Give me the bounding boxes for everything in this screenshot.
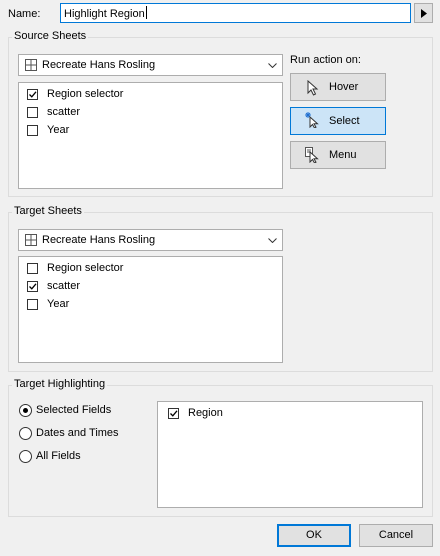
list-item-label: Region selector (47, 262, 124, 274)
target-sheets-title: Target Sheets (12, 205, 84, 217)
radio-button[interactable] (19, 427, 32, 440)
checkbox-unchecked[interactable] (27, 263, 38, 274)
run-action-label: Run action on: (290, 54, 361, 66)
source-dropdown-value: Recreate Hans Rosling (42, 59, 156, 71)
list-item-label: Year (47, 298, 70, 310)
list-item-label: Region selector (47, 88, 124, 100)
target-highlighting-title: Target Highlighting (12, 378, 108, 390)
check-icon (170, 410, 178, 417)
dashboard-icon (25, 59, 37, 71)
radio-label: All Fields (36, 450, 81, 462)
target-sheets-list: Region selector scatter Year (18, 256, 283, 363)
source-sheet-dropdown[interactable]: Recreate Hans Rosling (18, 54, 283, 76)
ok-button[interactable]: OK (277, 524, 351, 547)
triangle-right-icon (421, 9, 427, 18)
name-label: Name: (8, 8, 41, 20)
name-input[interactable]: Highlight Region (60, 3, 411, 23)
name-input-value: Highlight Region (64, 8, 145, 20)
radio-label: Dates and Times (36, 427, 119, 439)
radio-button-selected[interactable] (19, 404, 32, 417)
list-item-label: scatter (47, 106, 81, 118)
cancel-button[interactable]: Cancel (359, 524, 433, 547)
dashboard-icon (25, 234, 37, 246)
checkbox-unchecked[interactable] (27, 125, 38, 136)
menu-cursor-icon (305, 147, 319, 163)
source-sheets-list: Region selector scatter Year (18, 82, 283, 189)
menu-button[interactable]: Menu (290, 141, 386, 169)
radio-button[interactable] (19, 450, 32, 463)
checkbox-checked[interactable] (168, 408, 179, 419)
hover-button-label: Hover (329, 81, 359, 93)
checkbox-checked[interactable] (27, 89, 38, 100)
hover-button[interactable]: Hover (290, 73, 386, 101)
check-icon (29, 91, 37, 98)
chevron-down-icon (268, 238, 277, 243)
target-sheet-dropdown[interactable]: Recreate Hans Rosling (18, 229, 283, 251)
checkbox-checked[interactable] (27, 281, 38, 292)
checkbox-unchecked[interactable] (27, 299, 38, 310)
select-cursor-icon (305, 112, 319, 128)
chevron-down-icon (268, 63, 277, 68)
source-sheets-title: Source Sheets (12, 30, 89, 42)
list-item-label: Year (47, 124, 70, 136)
checkbox-unchecked[interactable] (27, 107, 38, 118)
radio-label: Selected Fields (36, 404, 112, 416)
list-item-label: Region (188, 407, 223, 419)
select-button[interactable]: Select (290, 107, 386, 135)
list-item-label: scatter (47, 280, 81, 292)
menu-button-label: Menu (329, 149, 357, 161)
check-icon (29, 283, 37, 290)
highlight-fields-list: Region (157, 401, 423, 508)
text-caret (145, 6, 147, 19)
hover-cursor-icon (307, 80, 319, 96)
select-button-label: Select (329, 115, 360, 127)
name-options-button[interactable] (414, 3, 433, 23)
target-dropdown-value: Recreate Hans Rosling (42, 234, 156, 246)
